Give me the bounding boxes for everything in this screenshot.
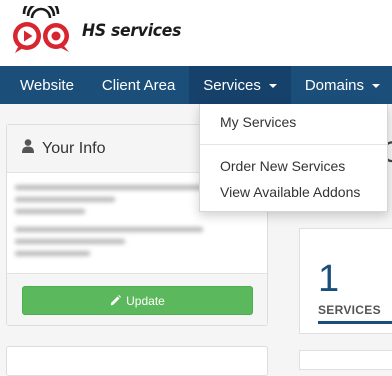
services-label: SERVICES [318, 303, 381, 317]
nav-item-domains[interactable]: Domains [291, 66, 392, 104]
blurred-contact-details [15, 185, 215, 265]
menu-divider [200, 144, 387, 145]
nav-item-label: Website [20, 76, 74, 94]
update-button-label: Update [126, 293, 165, 308]
services-stat-tile[interactable]: 1 SERVICES [299, 228, 392, 334]
content-panel [299, 350, 392, 370]
user-icon [22, 139, 34, 158]
brand-name: HS services [82, 21, 182, 41]
pencil-icon [110, 295, 122, 306]
secondary-panel [6, 346, 268, 376]
nav-item-label: Client Area [101, 76, 176, 94]
menu-item-order-new-services[interactable]: Order New Services [200, 153, 387, 179]
main-navbar: Website Client Area Services Domains [0, 66, 392, 104]
brand-logo[interactable]: HS services [10, 0, 190, 56]
panel-footer: Update [7, 273, 267, 325]
stat-underline [318, 321, 392, 324]
header: HS services [0, 0, 392, 66]
caret-down-icon [372, 84, 381, 88]
logo-icon [10, 0, 76, 56]
nav-item-label: Services [203, 76, 261, 94]
nav-item-client-area[interactable]: Client Area [88, 66, 189, 104]
caret-down-icon [268, 84, 277, 88]
nav-item-label: Domains [304, 76, 365, 94]
nav-item-services[interactable]: Services [189, 66, 291, 104]
menu-item-my-services[interactable]: My Services [200, 109, 387, 135]
nav-item-website[interactable]: Website [0, 66, 88, 104]
panel-title: Your Info [42, 139, 106, 157]
services-dropdown-menu: My Services Order New Services View Avai… [199, 104, 388, 212]
menu-item-view-available-addons[interactable]: View Available Addons [200, 179, 387, 205]
services-count: 1 [318, 258, 340, 300]
update-button[interactable]: Update [22, 286, 253, 315]
